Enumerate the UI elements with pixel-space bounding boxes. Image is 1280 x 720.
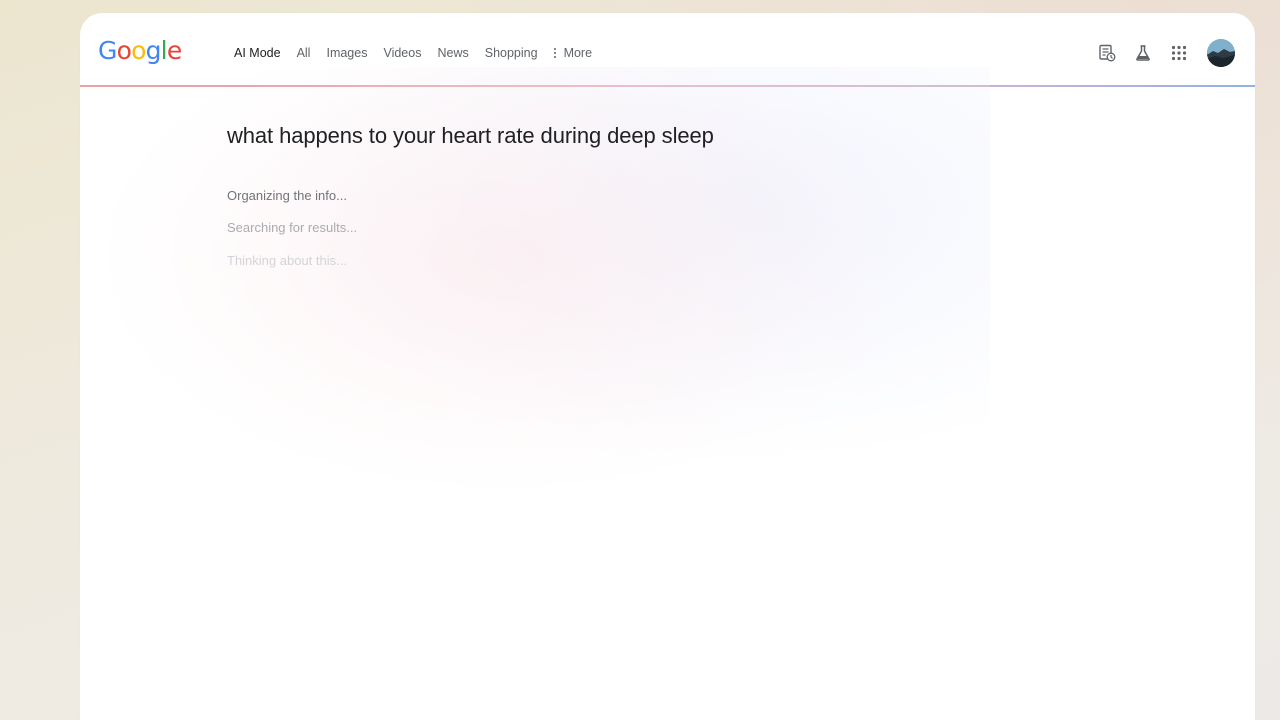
search-history-icon[interactable] bbox=[1097, 43, 1117, 63]
status-searching: Searching for results... bbox=[227, 220, 358, 235]
account-avatar[interactable] bbox=[1207, 39, 1235, 67]
ai-mode-results: what happens to your heart rate during d… bbox=[80, 67, 1255, 720]
more-menu[interactable]: More bbox=[553, 46, 593, 60]
tab-videos[interactable]: Videos bbox=[383, 46, 421, 60]
google-logo[interactable]: Google bbox=[98, 35, 182, 67]
labs-flask-icon[interactable] bbox=[1133, 43, 1153, 63]
apps-grid-icon[interactable] bbox=[1169, 43, 1189, 63]
search-tabs: AI Mode All Images Videos News Shopping … bbox=[234, 43, 592, 63]
browser-window: Google AI Mode All Images Videos News Sh… bbox=[80, 13, 1255, 720]
status-thinking: Thinking about this... bbox=[227, 253, 347, 268]
status-organizing: Organizing the info... bbox=[227, 188, 347, 203]
header: Google AI Mode All Images Videos News Sh… bbox=[80, 13, 1255, 85]
tab-all[interactable]: All bbox=[297, 46, 311, 60]
tab-shopping[interactable]: Shopping bbox=[485, 46, 538, 60]
header-actions bbox=[1081, 39, 1235, 67]
tab-ai-mode[interactable]: AI Mode bbox=[234, 46, 281, 60]
tab-news[interactable]: News bbox=[437, 46, 468, 60]
more-label: More bbox=[563, 46, 593, 60]
tab-images[interactable]: Images bbox=[326, 46, 367, 60]
more-vert-icon bbox=[553, 47, 557, 59]
query-heading: what happens to your heart rate during d… bbox=[227, 123, 714, 148]
